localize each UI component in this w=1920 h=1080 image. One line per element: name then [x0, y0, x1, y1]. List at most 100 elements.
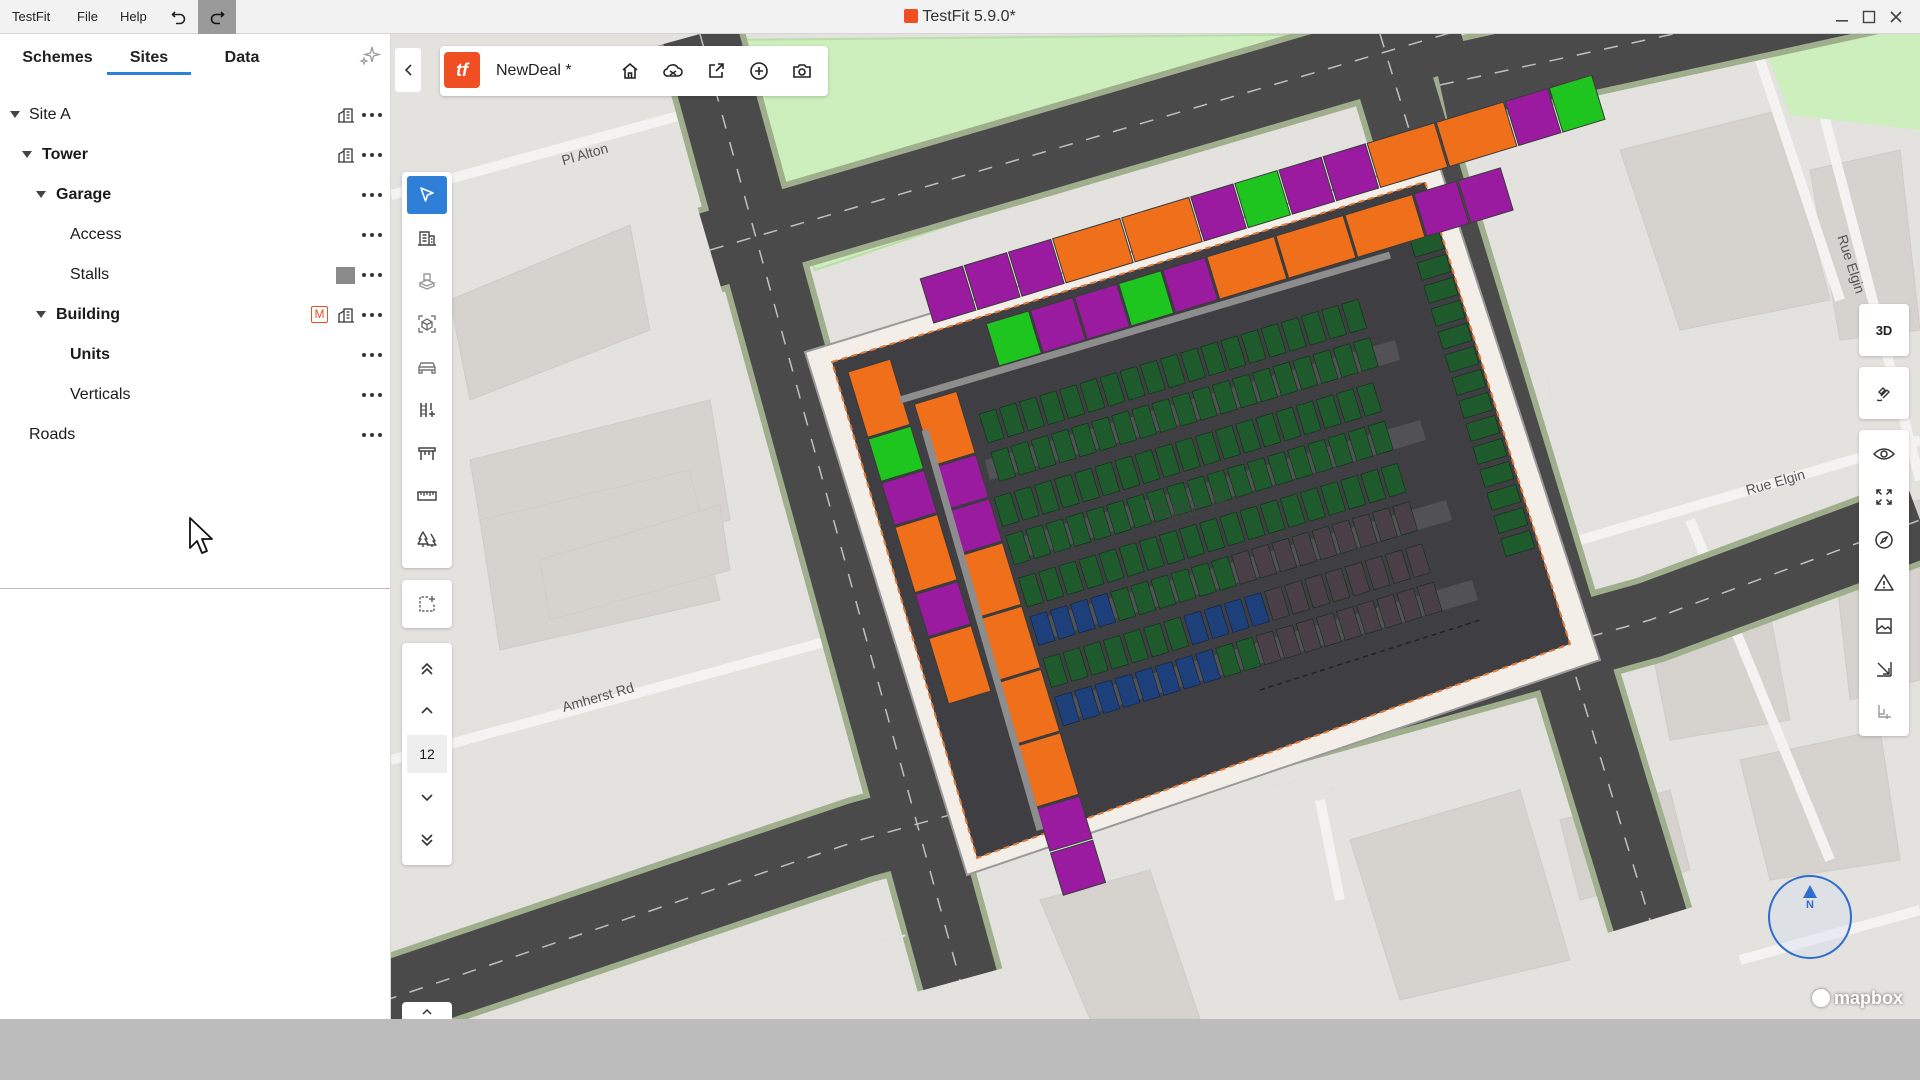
undo-button[interactable] — [160, 0, 198, 34]
collapse-arrow-icon[interactable] — [10, 111, 20, 118]
tree-row-stalls[interactable]: Stalls — [0, 258, 390, 292]
drawing-icon — [1878, 705, 1891, 719]
image-overlay-button[interactable] — [1864, 607, 1904, 645]
menu-testfit[interactable]: TestFit — [12, 0, 50, 34]
toggle-3d-button[interactable]: 3D — [1864, 311, 1904, 349]
mapbox-attribution[interactable]: mapbox — [1812, 986, 1903, 1010]
top-floor-button[interactable] — [407, 650, 447, 688]
more-options-button[interactable] — [362, 387, 382, 403]
compass-button[interactable]: N — [1768, 875, 1852, 959]
building-outline-icon[interactable] — [337, 306, 355, 324]
image-icon — [1876, 618, 1892, 634]
camera-icon — [793, 64, 811, 78]
tree-row-site-a[interactable]: Site A — [0, 98, 390, 132]
tab-data[interactable]: Data — [200, 42, 284, 74]
tree-row-tower[interactable]: Tower — [0, 138, 390, 172]
tree-row-units[interactable]: Units — [0, 338, 390, 372]
current-floor-number[interactable]: 12 — [407, 735, 447, 773]
more-options-button[interactable] — [362, 227, 382, 243]
tab-sites[interactable]: Sites — [107, 42, 191, 74]
testfit-logo[interactable]: tf — [444, 52, 480, 88]
stall-color-swatch[interactable] — [336, 267, 355, 284]
view-mode-toolbar: 3D — [1859, 304, 1909, 356]
sparkle-icon[interactable] — [358, 44, 382, 68]
redo-button[interactable] — [198, 0, 236, 34]
select-tool-button[interactable] — [407, 176, 447, 214]
maximize-button[interactable] — [1859, 7, 1879, 27]
active-tab-indicator — [107, 72, 191, 75]
more-options-button[interactable] — [362, 427, 382, 443]
trees-icon — [417, 531, 437, 547]
close-icon — [1890, 11, 1902, 23]
more-options-button[interactable] — [362, 347, 382, 363]
more-options-button[interactable] — [362, 187, 382, 203]
mapbox-logo-icon — [1812, 989, 1830, 1007]
vertical-elements-tool-button[interactable] — [407, 391, 447, 429]
tree-row-garage[interactable]: Garage — [0, 178, 390, 212]
add-button[interactable] — [747, 59, 771, 83]
warnings-button[interactable] — [1864, 564, 1904, 602]
section-cut-button[interactable] — [1864, 650, 1904, 688]
plus-circle-icon — [750, 62, 768, 80]
expand-bottom-panel-button[interactable] — [402, 1002, 452, 1019]
more-options-button[interactable] — [362, 147, 382, 163]
map-canvas[interactable]: Pl Alton Amherst Rd Rue Elgin Rue Elgin … — [391, 34, 1920, 1019]
tree-label: Access — [70, 226, 122, 243]
tree-row-access[interactable]: Access — [0, 218, 390, 252]
collapse-arrow-icon[interactable] — [36, 311, 46, 318]
pointer-icon — [420, 187, 434, 202]
double-chevron-up-icon — [421, 662, 433, 675]
visibility-button[interactable] — [1864, 435, 1904, 473]
cloud-icon — [663, 64, 683, 77]
building-outline-icon[interactable] — [337, 106, 355, 124]
measure-tool-button[interactable] — [407, 477, 447, 515]
floor-navigator: 12 — [402, 643, 452, 865]
window-title-text: TestFit 5.9.0* — [922, 8, 1016, 25]
fit-view-button[interactable] — [1864, 478, 1904, 516]
parking-tool-button[interactable] — [407, 348, 447, 386]
collapse-arrow-icon[interactable] — [22, 151, 32, 158]
massing-tool-button[interactable] — [407, 305, 447, 343]
file-name[interactable]: NewDeal * — [496, 62, 572, 80]
tab-schemes[interactable]: Schemes — [10, 42, 105, 74]
building-tool-button[interactable] — [407, 219, 447, 257]
bottom-floor-button[interactable] — [407, 821, 447, 859]
tree-row-roads[interactable]: Roads — [0, 418, 390, 452]
floor-down-button[interactable] — [407, 778, 447, 816]
more-options-button[interactable] — [362, 107, 382, 123]
canopy-tool-button[interactable] — [407, 434, 447, 472]
manual-badge[interactable]: M — [311, 306, 328, 323]
add-site-toolbar — [402, 580, 452, 628]
screenshot-button[interactable] — [790, 59, 814, 83]
collapse-panel-button[interactable] — [395, 48, 421, 92]
title-bar: TestFit File Help TestFit 5.9.0* — [0, 0, 1920, 34]
collapse-arrow-icon[interactable] — [36, 191, 46, 198]
cloud-sync-button[interactable] — [661, 59, 685, 83]
diagonal-arrow-icon — [1877, 662, 1892, 677]
tree-row-verticals[interactable]: Verticals — [0, 378, 390, 412]
minimize-button[interactable] — [1832, 7, 1852, 27]
floor-up-button[interactable] — [407, 692, 447, 730]
tree-label: Verticals — [70, 386, 131, 403]
building-outline-icon[interactable] — [337, 146, 355, 164]
landscape-tool-button[interactable] — [407, 520, 447, 558]
more-options-button[interactable] — [362, 307, 382, 323]
satellite-button[interactable] — [1864, 374, 1904, 412]
menu-file[interactable]: File — [77, 0, 98, 34]
more-options-button[interactable] — [362, 267, 382, 283]
add-site-button[interactable] — [407, 585, 447, 623]
ruler-icon — [417, 491, 437, 501]
chevron-down-icon — [421, 794, 433, 802]
export-drawing-button[interactable] — [1864, 693, 1904, 731]
add-region-icon — [419, 596, 435, 612]
tree-row-building[interactable]: Building M — [0, 298, 390, 332]
canopy-icon — [418, 447, 436, 460]
tree-label: Units — [70, 346, 110, 363]
share-button[interactable] — [704, 59, 728, 83]
navigate-button[interactable] — [1864, 521, 1904, 559]
tree-label: Roads — [29, 426, 76, 443]
close-button[interactable] — [1886, 7, 1906, 27]
podium-tool-button[interactable] — [407, 262, 447, 300]
menu-help[interactable]: Help — [120, 0, 147, 34]
home-button[interactable] — [618, 59, 642, 83]
